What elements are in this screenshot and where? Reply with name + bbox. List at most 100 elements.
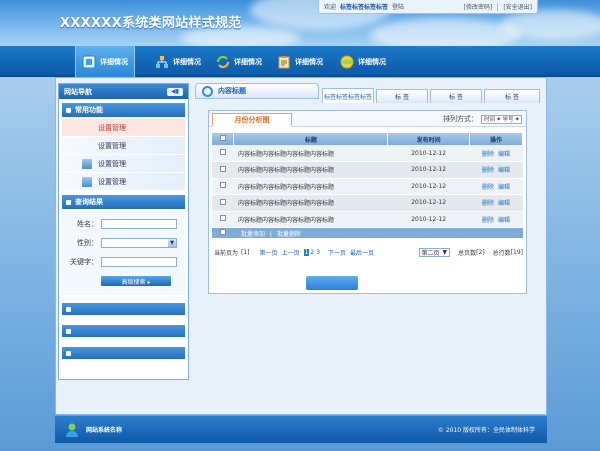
delete-link[interactable]: 删除 [482, 200, 494, 207]
safe-exit-link[interactable]: [安全退出] [503, 2, 532, 11]
last-page-link[interactable]: 最后一页 [350, 248, 374, 257]
total-pages-label: 总页数 [458, 250, 477, 257]
delete-link[interactable]: 删除 [482, 184, 494, 191]
tab-3[interactable]: 标 签 [430, 89, 482, 103]
tab-monthly-analysis[interactable]: 月份分析图 [212, 113, 292, 127]
collapse-icon[interactable]: ◀▮ [167, 87, 183, 96]
content-panel: 月份分析图 排列方式： 时间 ◆ 学号 ◆ 标题 发布时间 操作 内容标题内容标… [208, 110, 527, 294]
table-footer-row: 批量添加 | 批量删除 [212, 227, 523, 239]
column-header: 标题 [233, 133, 389, 145]
nav-item-label: 详细情况 [358, 57, 386, 66]
page-3-link[interactable]: 3 [316, 249, 320, 256]
row-title[interactable]: 内容标题内容标题内容标题内容标题 [233, 161, 388, 179]
copyright: © 2010 版权所有：全民体制体科学 [437, 427, 535, 434]
nav-item-4[interactable]: 详细情况 [277, 46, 323, 77]
delete-link[interactable]: 删除 [482, 151, 494, 158]
keyword-input[interactable] [101, 256, 177, 267]
top-nav: 详细情况 详细情况 详细情况 详细情况 详细情况 [0, 46, 600, 77]
total-rows-value: [19] [510, 249, 523, 256]
sidebar-item-label: 设置管理 [98, 177, 126, 186]
refresh-circle-icon [202, 85, 213, 97]
batch-add-link[interactable]: 批量添加 [241, 231, 265, 238]
bullet-icon [66, 107, 71, 113]
page-select[interactable]: 第二页 ▼ [418, 248, 451, 257]
search-form: 姓名： 性别： ▼ 关键字： 高级搜索 ▸ [62, 211, 185, 295]
next-page-link[interactable]: 下一页 [328, 248, 346, 257]
batch-delete-link[interactable]: 批量删除 [277, 231, 301, 238]
sidebar-section-bar[interactable] [62, 325, 185, 337]
chevron-icon: ◆ [515, 116, 519, 122]
edit-link[interactable]: 编辑 [498, 200, 510, 207]
content-header: 内容标题 标签标签标签标签 标 签 标 签 标 签 [195, 83, 544, 103]
search-results-heading[interactable]: 查询结果 [62, 195, 185, 209]
row-title[interactable]: 内容标题内容标题内容标题内容标题 [233, 178, 388, 195]
nav-item-label: 详细情况 [295, 57, 323, 66]
sort-select[interactable]: 时间 ◆ 学号 ◆ [481, 114, 522, 124]
row-title[interactable]: 内容标题内容标题内容标题内容标题 [233, 145, 388, 162]
nav-item-1[interactable]: 详细情况 [75, 46, 135, 77]
current-page-label: 当前页为 [214, 250, 239, 257]
content-table: 标题 发布时间 操作 内容标题内容标题内容标题内容标题 2010-12-12 删… [212, 133, 523, 239]
content-title: 内容标题 [195, 83, 319, 99]
sidebar-header: 网站导航 ◀▮ [59, 84, 188, 99]
section-title-label: 常用功能 [75, 106, 103, 114]
sidebar-section-bar[interactable] [62, 347, 185, 359]
row-title[interactable]: 内容标题内容标题内容标题内容标题 [233, 194, 388, 212]
select-all-header[interactable] [212, 133, 235, 145]
page-1-link[interactable]: 1 [303, 249, 310, 256]
nav-item-2[interactable]: 详细情况 [155, 46, 201, 77]
content-title-label: 内容标题 [218, 87, 246, 95]
edit-link[interactable]: 编辑 [498, 151, 510, 158]
sidebar-section-bar[interactable] [62, 303, 185, 315]
sort-controls: 排列方式： 时间 ◆ 学号 ◆ [443, 114, 522, 124]
tab-2[interactable]: 标 签 [376, 89, 428, 103]
content-area: 内容标题 标签标签标签标签 标 签 标 签 标 签 月份分析图 排列方式： 时间… [195, 83, 544, 380]
checkbox[interactable] [219, 149, 226, 155]
checkbox[interactable] [219, 229, 226, 235]
checkbox[interactable] [219, 215, 226, 222]
bullet-icon [66, 306, 71, 312]
row-title[interactable]: 内容标题内容标题内容标题内容标题 [233, 211, 388, 228]
nav-item-3[interactable]: 详细情况 [216, 46, 262, 77]
checkbox[interactable] [219, 198, 226, 205]
total-pages-value: [2] [476, 249, 485, 256]
sort-option-b: 学号 [502, 117, 514, 123]
delete-link[interactable]: 删除 [482, 167, 494, 174]
sidebar-item-label: 设置管理 [98, 159, 126, 168]
sidebar-item-label: 设置管理 [98, 141, 126, 150]
row-date: 2010-12-12 [387, 194, 470, 212]
checkbox[interactable] [219, 182, 226, 189]
gender-select[interactable]: ▼ [101, 237, 177, 248]
sidebar-item-settings-4[interactable]: 设置管理 [62, 173, 185, 191]
nav-item-5[interactable]: 详细情况 [340, 46, 386, 77]
name-input[interactable] [101, 218, 177, 229]
delete-link[interactable]: 删除 [482, 217, 494, 224]
tab-4[interactable]: 标 签 [484, 89, 540, 103]
submit-button[interactable] [306, 276, 358, 290]
system-name: 网站系统名称 [86, 427, 123, 434]
advanced-search-button[interactable]: 高级搜索 ▸ [101, 276, 171, 286]
checkbox[interactable] [219, 135, 226, 141]
nav-item-label: 详细情况 [173, 57, 201, 66]
sidebar-item-settings-2[interactable]: 设置管理 [62, 137, 185, 155]
common-functions-heading[interactable]: 常用功能 [62, 103, 185, 117]
edit-link[interactable]: 编辑 [498, 167, 510, 174]
row-date: 2010-12-12 [387, 145, 470, 162]
login-link[interactable]: 登陆 [392, 2, 404, 11]
change-password-link[interactable]: [修改密码] [464, 2, 493, 11]
sidebar-menu: 设置管理 设置管理 设置管理 设置管理 [62, 119, 185, 191]
sidebar-item-settings-3[interactable]: 设置管理 [62, 155, 185, 173]
sort-label: 排列方式： [443, 115, 479, 123]
table-row: 内容标题内容标题内容标题内容标题 2010-12-12 删除 编辑 [212, 178, 523, 195]
edit-link[interactable]: 编辑 [498, 184, 510, 191]
edit-link[interactable]: 编辑 [498, 217, 510, 224]
chevron-down-icon: ▼ [168, 238, 176, 247]
checkbox[interactable] [219, 165, 226, 172]
page-2-link[interactable]: 2 [310, 249, 314, 256]
prev-page-link[interactable]: 上一页 [282, 248, 300, 257]
footer: 网站系统名称 © 2010 版权所有：全民体制体科学 [55, 416, 547, 443]
first-page-link[interactable]: 第一页 [260, 248, 278, 257]
sidebar-item-settings-1[interactable]: 设置管理 [62, 119, 185, 137]
gender-label: 性别： [77, 238, 98, 247]
tab-1[interactable]: 标签标签标签标签 [322, 88, 374, 103]
